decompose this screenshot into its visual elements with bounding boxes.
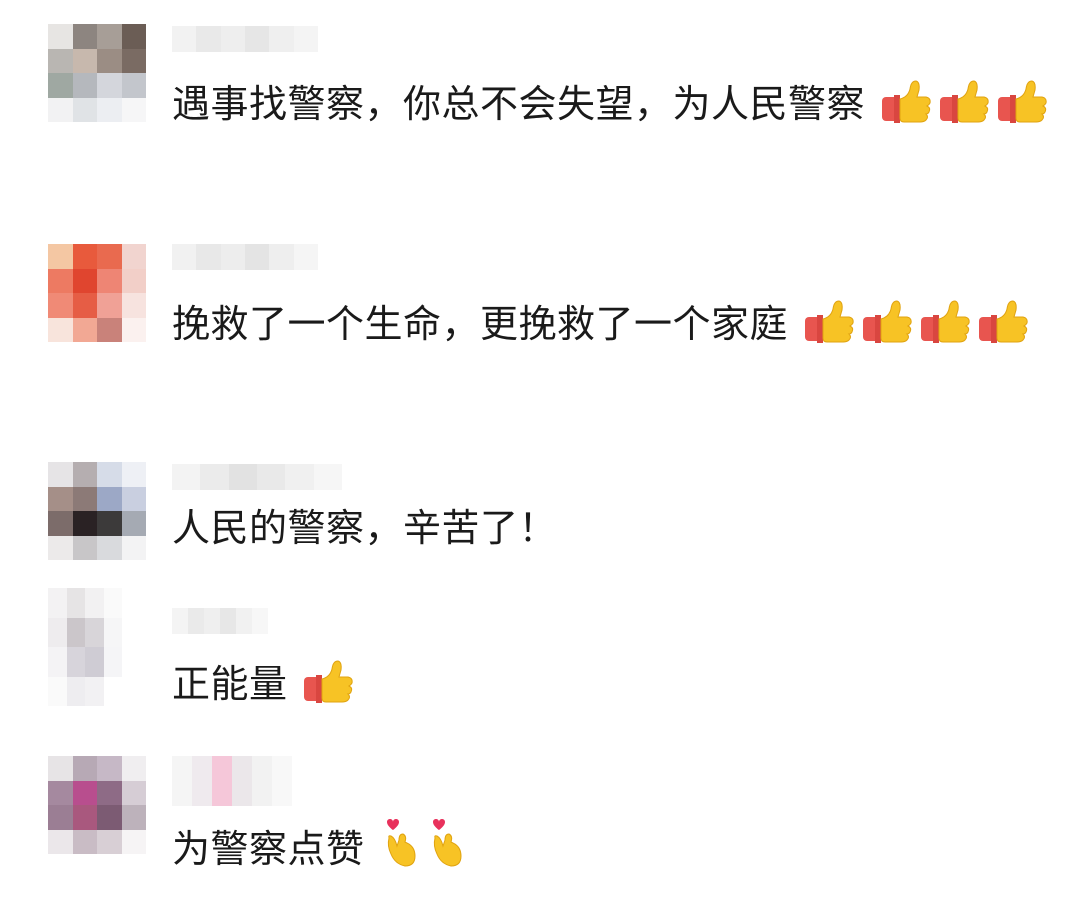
comment-text: 正能量 bbox=[172, 656, 1052, 720]
finger-heart-icon bbox=[379, 818, 421, 885]
thumbs-up-icon bbox=[803, 297, 857, 360]
thumbs-up-icon bbox=[977, 297, 1031, 360]
thumbs-up-icon bbox=[996, 77, 1050, 140]
thumbs-up-icon bbox=[938, 77, 992, 140]
comment-text-content: 正能量 bbox=[172, 662, 288, 706]
comment-text: 人民的警察，辛苦了！ bbox=[172, 500, 1052, 556]
thumbs-up-icon bbox=[861, 297, 915, 360]
comment-text-content: 遇事找警察，你总不会失望，为人民警察 bbox=[172, 82, 866, 126]
avatar[interactable] bbox=[48, 244, 146, 342]
comment-text: 为警察点赞 bbox=[172, 818, 1052, 885]
avatar[interactable] bbox=[48, 756, 146, 854]
comment-text-content: 为警察点赞 bbox=[172, 827, 365, 871]
comment-text: 挽救了一个生命，更挽救了一个家庭 bbox=[172, 296, 1052, 360]
username-blurred[interactable] bbox=[172, 756, 292, 806]
username-blurred[interactable] bbox=[172, 26, 318, 52]
avatar[interactable] bbox=[48, 24, 146, 122]
comment-text-content: 挽救了一个生命，更挽救了一个家庭 bbox=[172, 302, 789, 346]
avatar[interactable] bbox=[48, 462, 146, 560]
username-blurred[interactable] bbox=[172, 244, 318, 270]
avatar[interactable] bbox=[48, 588, 122, 706]
thumbs-up-icon bbox=[302, 657, 356, 720]
comment-text: 遇事找警察，你总不会失望，为人民警察 bbox=[172, 76, 1052, 140]
finger-heart-icon bbox=[425, 818, 467, 885]
comment-text-content: 人民的警察，辛苦了！ bbox=[172, 506, 558, 550]
username-blurred[interactable] bbox=[172, 464, 342, 490]
username-blurred[interactable] bbox=[172, 608, 268, 634]
thumbs-up-icon bbox=[919, 297, 973, 360]
thumbs-up-icon bbox=[880, 77, 934, 140]
